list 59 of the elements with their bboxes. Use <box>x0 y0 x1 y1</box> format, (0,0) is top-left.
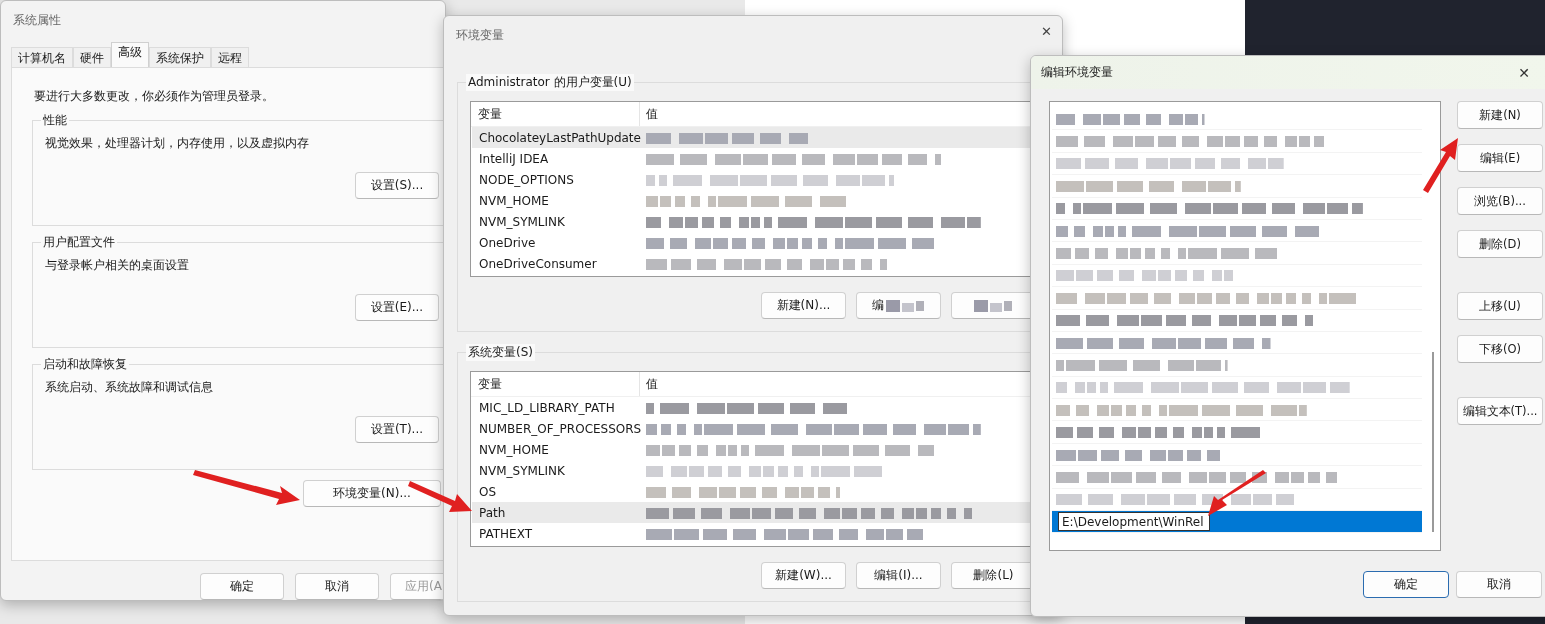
side-button[interactable]: 下移(O) <box>1457 335 1543 363</box>
tab[interactable]: 硬件 <box>73 47 111 68</box>
window-title: 编辑环境变量 <box>1041 64 1113 81</box>
variable-name: NVM_HOME <box>478 442 550 457</box>
table-button[interactable]: 编 <box>856 292 941 319</box>
side-button[interactable]: 删除(D) <box>1457 230 1543 258</box>
close-icon[interactable]: ✕ <box>1518 64 1530 81</box>
variable-name: NVM_HOME <box>478 193 550 208</box>
variable-name: OneDriveConsumer <box>478 256 598 271</box>
dialog-button[interactable]: 取消 <box>295 573 379 600</box>
column-header: 值 <box>645 105 658 123</box>
tab[interactable]: 系统保护 <box>149 47 211 68</box>
close-icon[interactable]: ✕ <box>1041 24 1052 39</box>
arrow <box>1423 138 1458 193</box>
input-field[interactable]: E:\Development\WinRel <box>1058 512 1210 532</box>
list-item[interactable]: E:\Development\WinRel <box>1052 511 1422 534</box>
tab[interactable]: 高级 <box>111 42 149 69</box>
group-description: 与登录帐户相关的桌面设置 <box>45 257 190 275</box>
dialog-button[interactable]: 取消 <box>1456 571 1542 598</box>
tab[interactable]: 计算机名 <box>11 47 73 68</box>
group-title: Administrator 的用户变量(U) <box>466 74 634 91</box>
side-button[interactable]: 编辑(E) <box>1457 144 1543 172</box>
variable-name: OneDrive <box>478 235 537 250</box>
settings-button[interactable]: 设置(T)... <box>355 416 439 444</box>
dialog-button[interactable]: 确定 <box>1363 571 1449 598</box>
group-description: 视觉效果，处理器计划，内存使用，以及虚拟内存 <box>45 135 310 153</box>
side-button[interactable]: 新建(N) <box>1457 101 1543 129</box>
side-button[interactable]: 浏览(B)... <box>1457 187 1543 215</box>
variable-name: NVM_SYMLINK <box>478 463 566 478</box>
variable-name: ChocolateyLastPathUpdate <box>478 130 640 145</box>
variable-name: IntelliJ IDEA <box>478 151 550 166</box>
variable-name: PATHEXT <box>478 526 534 541</box>
variable-name: NODE_OPTIONS <box>478 172 575 187</box>
variable-name: NUMBER_OF_PROCESSORS <box>478 421 640 436</box>
environment-variables-button[interactable]: 环境变量(N)... <box>303 480 441 508</box>
table-button[interactable]: 编辑(I)... <box>856 562 941 589</box>
table-button[interactable]: 新建(W)... <box>761 562 846 589</box>
arrow <box>408 481 472 512</box>
window-title: 环境变量 <box>456 28 504 42</box>
variable-name: MIC_LD_LIBRARY_PATH <box>478 400 616 415</box>
side-button[interactable]: 上移(U) <box>1457 292 1543 320</box>
notice-text: 要进行大多数更改，你必须作为管理员登录。 <box>34 88 275 106</box>
group-title: 系统变量(S) <box>466 344 535 361</box>
column-header: 变量 <box>471 372 640 396</box>
variable-name: NVM_SYMLINK <box>478 214 566 229</box>
tab[interactable]: 远程 <box>211 47 249 68</box>
settings-button[interactable]: 设置(S)... <box>355 172 439 200</box>
variable-name: OS <box>478 484 498 499</box>
table-button[interactable]: 新建(N)... <box>761 292 846 319</box>
column-header: 值 <box>645 375 658 393</box>
dialog-button[interactable]: 确定 <box>200 573 284 600</box>
column-header: 变量 <box>471 102 640 126</box>
scrollbar[interactable] <box>1432 352 1434 532</box>
window-title: 系统属性 <box>12 12 62 29</box>
variable-name: Path <box>478 505 507 520</box>
group-description: 系统启动、系统故障和调试信息 <box>45 379 214 397</box>
side-button[interactable]: 编辑文本(T)... <box>1457 397 1543 425</box>
settings-button[interactable]: 设置(E)... <box>355 294 439 322</box>
arrow <box>1208 470 1266 516</box>
